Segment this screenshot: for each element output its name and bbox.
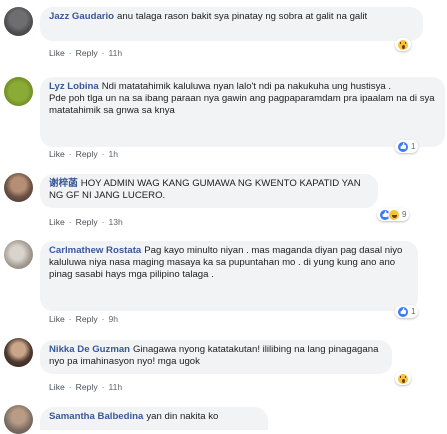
like-button[interactable]: Like: [49, 48, 65, 58]
reaction-summary[interactable]: 1: [395, 305, 419, 318]
reply-button[interactable]: Reply: [76, 217, 98, 227]
comment-text: HOY ADMIN WAG KANG GUMAWA NG KWENTO KAPA…: [49, 178, 361, 201]
comment-bubble: Nikka De Guzman Ginagawa nyong katatakuta…: [40, 340, 392, 374]
like-button[interactable]: Like: [49, 217, 65, 227]
comment-author[interactable]: 谢梓菡: [49, 178, 78, 189]
like-reaction-icon: [397, 305, 409, 318]
comment-bubble: Lyz Lobina Ndi matatahimik kaluluwa nyan …: [40, 77, 445, 147]
comment-actions: Like · Reply · 1h: [49, 149, 119, 159]
like-button[interactable]: Like: [49, 382, 65, 392]
comment-text-continued: Pde poh tlga un na sa ibang paraan nya g…: [49, 93, 435, 116]
comment-text: yan din nakita ko: [146, 411, 219, 422]
like-reaction-icon: [397, 140, 409, 153]
comment-bubble: Jazz Gaudario anu talaga rason bakit sya …: [40, 7, 423, 41]
comment-author[interactable]: Samantha Balbedina: [49, 411, 143, 422]
like-button[interactable]: Like: [49, 314, 65, 324]
wow-icon: [397, 372, 409, 385]
comment-bubble: 谢梓菡 HOY ADMIN WAG KANG GUMAWA NG KWENTO K…: [40, 174, 378, 208]
comment-actions: Like · Reply · 9h: [49, 314, 119, 324]
avatar[interactable]: [4, 173, 33, 202]
avatar[interactable]: [4, 240, 33, 269]
comment-author[interactable]: Lyz Lobina: [49, 81, 99, 92]
reaction-summary[interactable]: 1: [395, 140, 419, 153]
comment-author[interactable]: Carlmathew Rostata: [49, 245, 141, 256]
avatar[interactable]: [4, 338, 33, 367]
reaction-summary[interactable]: [395, 372, 411, 385]
comment-text: anu talaga rason bakit sya pinatay ng so…: [117, 11, 368, 22]
haha-reaction-icon: [388, 208, 400, 221]
comment-author[interactable]: Jazz Gaudario: [49, 11, 114, 22]
comment-timestamp[interactable]: 13h: [109, 217, 123, 227]
comment-actions: Like · Reply · 11h: [49, 382, 123, 392]
comment-actions: Like · Reply · 11h: [49, 48, 123, 58]
comment-bubble: Samantha Balbedina yan din nakita ko: [40, 407, 268, 430]
reply-button[interactable]: Reply: [76, 149, 98, 159]
comment-timestamp[interactable]: 9h: [109, 314, 119, 324]
comment-bubble: Carlmathew Rostata Pag kayo minulto niyan…: [40, 241, 418, 311]
comment-timestamp[interactable]: 11h: [109, 382, 123, 392]
reaction-summary[interactable]: 9: [377, 208, 410, 221]
avatar[interactable]: [4, 77, 33, 106]
comment-timestamp[interactable]: 1h: [109, 149, 119, 159]
comment-actions: Like · Reply · 13h: [49, 217, 123, 227]
reply-button[interactable]: Reply: [76, 314, 98, 324]
comment-text: Ndi matatahimik kaluluwa nyan lalo't ndi…: [101, 81, 392, 92]
wow-icon: [397, 38, 409, 51]
reply-button[interactable]: Reply: [76, 48, 98, 58]
avatar[interactable]: [4, 7, 33, 36]
reply-button[interactable]: Reply: [76, 382, 98, 392]
comment-timestamp[interactable]: 11h: [109, 48, 123, 58]
like-button[interactable]: Like: [49, 149, 65, 159]
reaction-summary[interactable]: [395, 38, 411, 51]
comment-author[interactable]: Nikka De Guzman: [49, 344, 130, 355]
